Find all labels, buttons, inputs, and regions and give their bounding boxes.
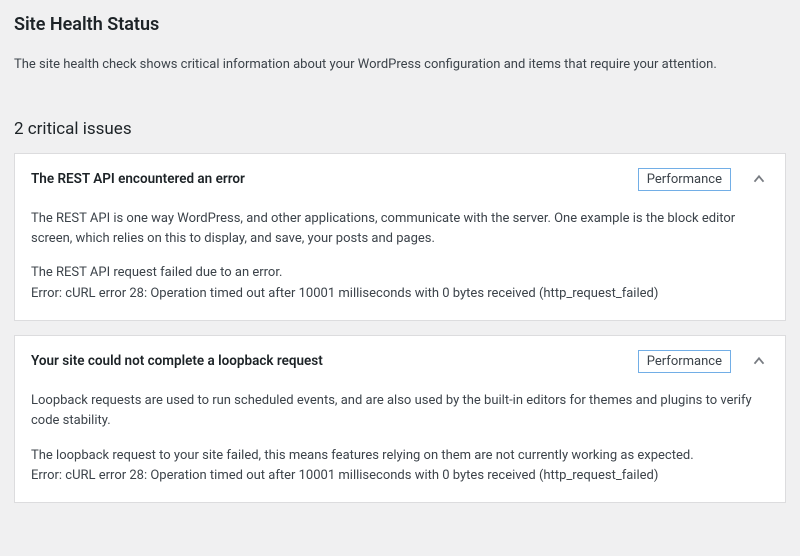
performance-badge: Performance: [638, 168, 731, 192]
issue-body: The REST API is one way WordPress, and o…: [15, 205, 785, 320]
issue-paragraph: The REST API request failed due to an er…: [31, 263, 769, 303]
issue-paragraph: The loopback request to your site failed…: [31, 446, 769, 486]
issue-title: Your site could not complete a loopback …: [31, 353, 638, 369]
issue-paragraph: Loopback requests are used to run schedu…: [31, 391, 769, 431]
issue-title: The REST API encountered an error: [31, 171, 638, 187]
page-title: Site Health Status: [14, 14, 786, 35]
issues-count-heading: 2 critical issues: [14, 119, 786, 139]
page-description: The site health check shows critical inf…: [14, 55, 786, 75]
chevron-up-icon: [749, 351, 769, 371]
issue-card: The REST API encountered an error Perfor…: [14, 153, 786, 321]
issue-header-right: Performance: [638, 168, 769, 192]
issue-card: Your site could not complete a loopback …: [14, 335, 786, 503]
issue-paragraph: The REST API is one way WordPress, and o…: [31, 209, 769, 249]
issue-toggle-header[interactable]: The REST API encountered an error Perfor…: [15, 154, 785, 206]
chevron-up-icon: [749, 169, 769, 189]
issue-header-right: Performance: [638, 350, 769, 374]
issue-toggle-header[interactable]: Your site could not complete a loopback …: [15, 336, 785, 388]
issue-body: Loopback requests are used to run schedu…: [15, 387, 785, 502]
performance-badge: Performance: [638, 350, 731, 374]
